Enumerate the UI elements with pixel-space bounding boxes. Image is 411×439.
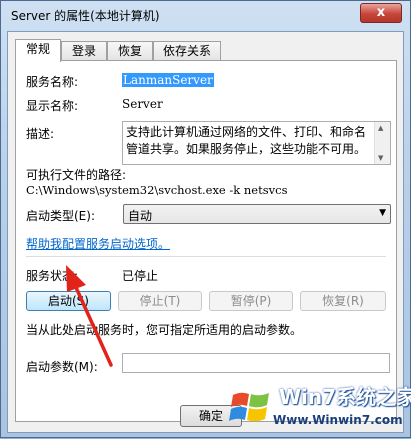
start-params-input[interactable] — [122, 353, 390, 373]
startup-type-label: 启动类型(E): — [26, 209, 95, 223]
resume-button[interactable]: 恢复(R) — [300, 291, 386, 311]
watermark-url: Www.Winwin7.com — [273, 413, 403, 427]
description-scrollbar[interactable]: ▲ ▼ — [374, 122, 390, 164]
exe-path-label: 可执行文件的路径: — [26, 168, 127, 182]
windows-logo-icon — [229, 392, 269, 422]
exe-path-value: C:\Windows\system32\svchost.exe -k netsv… — [26, 183, 288, 197]
service-status-value: 已停止 — [122, 269, 159, 283]
chevron-down-icon: ▼ — [379, 208, 386, 218]
description-label: 描述: — [26, 127, 55, 141]
scroll-up-icon[interactable]: ▲ — [378, 124, 383, 132]
pause-button[interactable]: 暂停(P) — [209, 291, 293, 311]
description-text: 支持此计算机通过网络的文件、打印、和命名管道共享。如果服务停止，这些功能不可用。 — [126, 125, 367, 156]
description-box[interactable]: 支持此计算机通过网络的文件、打印、和命名管道共享。如果服务停止，这些功能不可用。… — [122, 121, 391, 165]
properties-dialog: Server 的属性(本地计算机) x 常规 登录 恢复 依存关系 服务名称: … — [0, 0, 411, 438]
stop-button[interactable]: 停止(T) — [118, 291, 202, 311]
title-bar[interactable]: Server 的属性(本地计算机) x — [1, 1, 410, 31]
service-name-text: LanmanServer — [122, 73, 214, 87]
red-arrow-annotation — [66, 265, 113, 367]
tab-recovery[interactable]: 恢复 — [107, 41, 153, 60]
service-name-label: 服务名称: — [26, 75, 79, 89]
window-title: Server 的属性(本地计算机) — [11, 9, 160, 23]
service-name-value[interactable]: LanmanServer — [122, 73, 214, 87]
help-configure-link[interactable]: 帮助我配置服务启动选项。 — [26, 235, 170, 252]
display-name-label: 显示名称: — [26, 99, 79, 113]
divider — [26, 256, 386, 257]
tab-general[interactable]: 常规 — [15, 39, 61, 62]
startup-type-value: 自动 — [128, 209, 153, 223]
display-name-value[interactable]: Server — [122, 97, 163, 111]
tab-dependencies[interactable]: 依存关系 — [153, 41, 221, 60]
tab-logon[interactable]: 登录 — [61, 41, 107, 60]
close-button[interactable]: x — [360, 3, 402, 23]
watermark: Win7系统之家 Www.Winwin7.com — [227, 379, 411, 439]
startup-type-select[interactable]: 自动 ▼ — [123, 204, 391, 224]
scroll-down-icon[interactable]: ▼ — [378, 154, 383, 162]
watermark-title: Win7系统之家 — [279, 385, 411, 409]
